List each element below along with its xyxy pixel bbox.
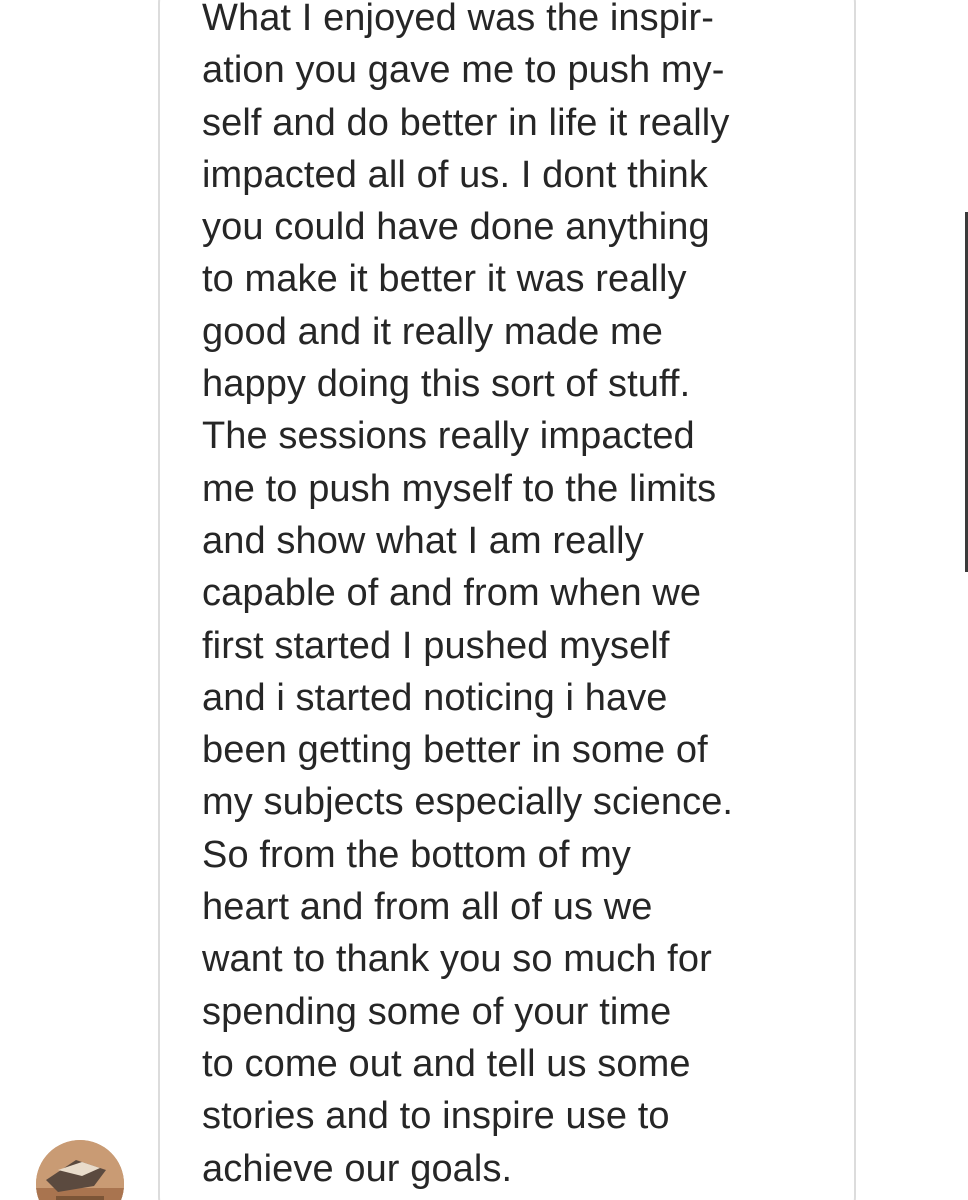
message-line: my subjects especially science. bbox=[202, 781, 734, 824]
chat-screen: What I enjoyed was the inspir- ation you… bbox=[0, 0, 968, 1200]
message-line: self and do better in life it really bbox=[202, 101, 730, 144]
message-line: me to push myself to the limits bbox=[202, 467, 717, 510]
profile-avatar-icon bbox=[36, 1140, 124, 1200]
message-line: to make it better it was really bbox=[202, 258, 687, 301]
message-text: What I enjoyed was the inspir- ation you… bbox=[202, 0, 842, 1195]
message-line: stories and to inspire use to bbox=[202, 1095, 670, 1138]
message-line: good and it really made me bbox=[202, 310, 663, 353]
message-line: So from the bottom of my bbox=[202, 833, 632, 876]
message-line: been getting better in some of bbox=[202, 729, 708, 772]
message-line: ation you gave me to push my- bbox=[202, 49, 725, 92]
message-line: The sessions really impacted bbox=[202, 415, 695, 458]
message-line: capable of and from when we bbox=[202, 572, 702, 615]
message-line: happy doing this sort of stuff. bbox=[202, 363, 691, 406]
message-line: and i started noticing i have bbox=[202, 676, 668, 719]
message-line: What I enjoyed was the inspir- bbox=[202, 0, 715, 39]
message-line: heart and from all of us we bbox=[202, 886, 653, 929]
message-line: impacted all of us. I dont think bbox=[202, 153, 708, 196]
message-line: first started I pushed myself bbox=[202, 624, 670, 667]
profile-avatar[interactable] bbox=[36, 1140, 124, 1200]
message-line: spending some of your time bbox=[202, 990, 672, 1033]
message-line: want to thank you so much for bbox=[202, 938, 712, 981]
message-line: and show what I am really bbox=[202, 519, 644, 562]
message-line: achieve our goals. bbox=[202, 1147, 513, 1190]
message-line: you could have done anything bbox=[202, 206, 710, 249]
message-line: to come out and tell us some bbox=[202, 1042, 691, 1085]
